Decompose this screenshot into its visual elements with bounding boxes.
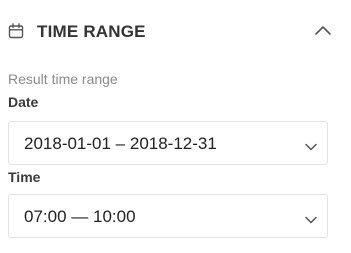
collapse-toggle-button[interactable] <box>310 20 336 42</box>
chevron-down-icon <box>305 211 317 224</box>
time-range-select[interactable]: 07:00 — 10:00 <box>8 194 328 238</box>
time-range-panel-header[interactable]: TIME RANGE <box>0 0 351 62</box>
chevron-up-icon <box>310 26 336 46</box>
panel-title: TIME RANGE <box>37 22 146 41</box>
date-label: Date <box>8 94 39 110</box>
date-range-select[interactable]: 2018-01-01 – 2018-12-31 <box>8 121 328 165</box>
date-range-value: 2018-01-01 – 2018-12-31 <box>24 134 217 153</box>
section-subtitle: Result time range <box>8 71 118 87</box>
chevron-down-icon <box>305 138 317 151</box>
time-range-value: 07:00 — 10:00 <box>24 207 136 226</box>
calendar-icon <box>8 23 24 39</box>
time-label: Time <box>8 169 41 185</box>
